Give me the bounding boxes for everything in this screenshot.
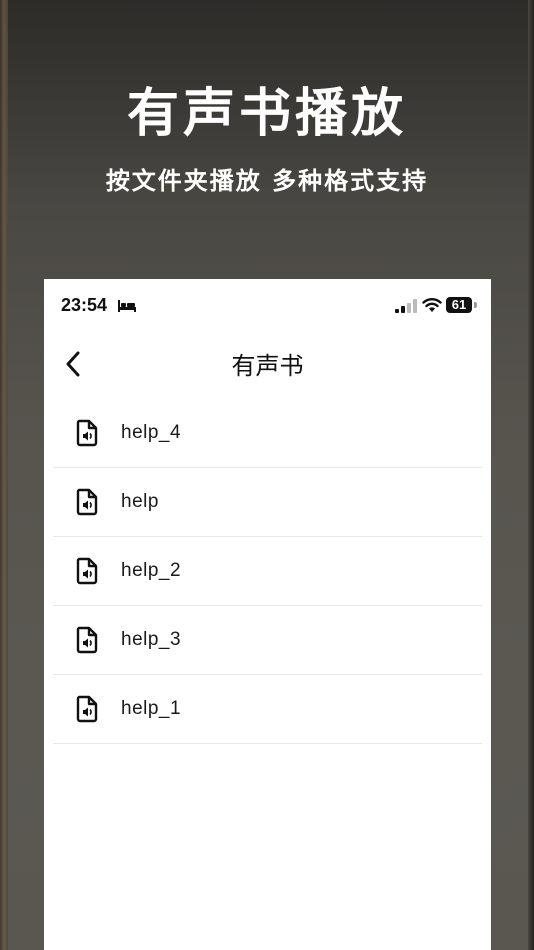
- promo-screenshot: 有声书播放 按文件夹播放 多种格式支持 23:54 61 有声书 help_4 …: [0, 0, 534, 950]
- file-name: help: [121, 491, 159, 512]
- file-list: help_4 help help_2 help_3 help_1: [53, 399, 482, 744]
- list-item[interactable]: help_3: [53, 606, 482, 675]
- audio-file-icon: [76, 626, 98, 654]
- audio-file-icon: [76, 557, 98, 585]
- audio-file-icon: [76, 488, 98, 516]
- audio-file-icon: [76, 419, 98, 447]
- bed-icon: [118, 300, 136, 312]
- audio-file-icon: [76, 695, 98, 723]
- file-name: help_2: [121, 560, 182, 581]
- wifi-icon: [422, 298, 442, 312]
- status-time: 23:54: [61, 295, 108, 315]
- list-item[interactable]: help_1: [53, 675, 482, 744]
- file-name: help_3: [121, 629, 182, 650]
- list-item[interactable]: help_2: [53, 537, 482, 606]
- file-name: help_4: [121, 422, 182, 443]
- battery-cap: [474, 302, 477, 308]
- list-item[interactable]: help: [53, 468, 482, 537]
- list-item[interactable]: help_4: [53, 399, 482, 468]
- signal-icon: [395, 299, 417, 313]
- file-name: help_1: [121, 698, 182, 719]
- navigation-bar: 有声书: [44, 339, 491, 389]
- phone-screen: 23:54 61 有声书 help_4 help help_2 help_3 h…: [44, 279, 491, 950]
- status-bar: 23:54 61: [44, 279, 491, 334]
- promo-title: 有声书播放: [126, 84, 407, 144]
- page-title: 有声书: [231, 352, 304, 380]
- promo-subtitle: 按文件夹播放 多种格式支持: [105, 167, 429, 195]
- battery-icon: 61: [446, 297, 472, 313]
